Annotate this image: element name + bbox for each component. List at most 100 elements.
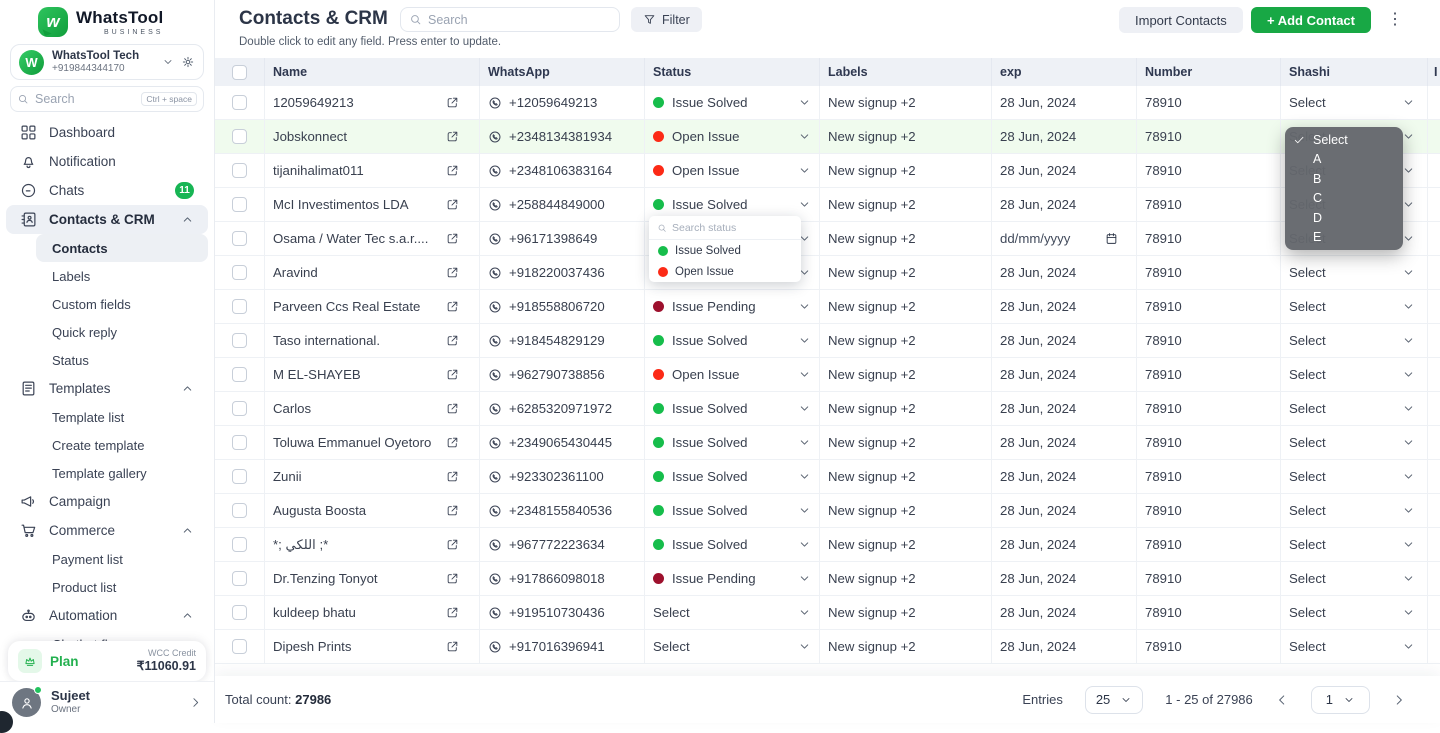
status-select[interactable]: Select [645, 596, 820, 629]
add-contact-button[interactable]: + Add Contact [1251, 7, 1371, 33]
table-row[interactable]: Toluwa Emmanuel Oyetoro +2349065430445 I… [215, 426, 1440, 460]
shashi-option-select[interactable]: Select [1285, 130, 1403, 150]
shashi-option-c[interactable]: C [1285, 189, 1403, 209]
exp-cell[interactable]: 28 Jun, 2024 [992, 256, 1137, 289]
contacts-search-input[interactable]: Search [400, 7, 620, 32]
column-header-status[interactable]: Status [645, 58, 820, 86]
status-select[interactable]: Issue Pending [645, 562, 820, 595]
table-row[interactable]: 12059649213 +12059649213 Issue Solved Ne… [215, 86, 1440, 120]
open-contact-icon[interactable] [446, 300, 459, 313]
status-select[interactable]: Open Issue [645, 154, 820, 187]
number-value[interactable]: 78910 [1145, 605, 1182, 620]
sidebar-item-automation[interactable]: Automation [6, 601, 208, 630]
exp-cell[interactable]: 28 Jun, 2024 [992, 494, 1137, 527]
sidebar-item-quick-reply[interactable]: Quick reply [36, 318, 208, 346]
chevron-right-icon[interactable] [189, 696, 202, 709]
row-checkbox[interactable] [232, 469, 247, 484]
number-value[interactable]: 78910 [1145, 95, 1182, 110]
exp-cell[interactable]: 28 Jun, 2024 [992, 324, 1137, 357]
sidebar-item-notification[interactable]: Notification [6, 147, 208, 176]
table-row[interactable]: Zunii +923302361100 Issue Solved New sig… [215, 460, 1440, 494]
next-page-button[interactable] [1392, 693, 1406, 707]
page-select[interactable]: 1 [1310, 685, 1370, 714]
sidebar-item-contacts-crm[interactable]: Contacts & CRM [6, 205, 208, 234]
open-contact-icon[interactable] [446, 96, 459, 109]
number-value[interactable]: 78910 [1145, 571, 1182, 586]
row-checkbox[interactable] [232, 129, 247, 144]
sidebar-item-chats[interactable]: Chats 11 [6, 176, 208, 205]
sidebar-item-dashboard[interactable]: Dashboard [6, 118, 208, 147]
status-select[interactable]: Issue Solved [645, 324, 820, 357]
open-contact-icon[interactable] [446, 572, 459, 585]
labels-value[interactable]: New signup +2 [828, 639, 916, 654]
number-value[interactable]: 78910 [1145, 401, 1182, 416]
status-select[interactable]: Select [645, 630, 820, 663]
table-row[interactable]: Aravind +918220037436 Issue Solved New s… [215, 256, 1440, 290]
sidebar-search-input[interactable]: Search Ctrl + space [10, 86, 204, 112]
sidebar-item-custom-fields[interactable]: Custom fields [36, 290, 208, 318]
sidebar-item-payment-list[interactable]: Payment list [36, 545, 208, 573]
shashi-select[interactable]: Select [1281, 596, 1428, 629]
shashi-select[interactable]: Select [1281, 460, 1428, 493]
open-contact-icon[interactable] [446, 436, 459, 449]
table-row[interactable]: McI Investimentos LDA +258844849000 Issu… [215, 188, 1440, 222]
status-select[interactable]: Issue Solved [645, 460, 820, 493]
table-row[interactable]: Carlos +6285320971972 Issue Solved New s… [215, 392, 1440, 426]
shashi-select[interactable]: Select [1281, 494, 1428, 527]
column-header-whatsapp[interactable]: WhatsApp [480, 58, 645, 86]
number-value[interactable]: 78910 [1145, 231, 1182, 246]
labels-value[interactable]: New signup +2 [828, 333, 916, 348]
row-checkbox[interactable] [232, 537, 247, 552]
filter-button[interactable]: Filter [631, 7, 702, 32]
labels-value[interactable]: New signup +2 [828, 537, 916, 552]
status-select[interactable]: Open Issue [645, 358, 820, 391]
shashi-select[interactable]: Select [1281, 358, 1428, 391]
status-option-issue-solved[interactable]: Issue Solved [649, 240, 801, 261]
labels-value[interactable]: New signup +2 [828, 231, 916, 246]
plan-card[interactable]: Plan WCC Credit ₹11060.91 [8, 641, 206, 681]
exp-cell[interactable]: 28 Jun, 2024 [992, 426, 1137, 459]
table-row[interactable]: Parveen Ccs Real Estate +918558806720 Is… [215, 290, 1440, 324]
column-header-exp[interactable]: exp [992, 58, 1137, 86]
row-checkbox[interactable] [232, 299, 247, 314]
number-value[interactable]: 78910 [1145, 435, 1182, 450]
labels-value[interactable]: New signup +2 [828, 571, 916, 586]
labels-value[interactable]: New signup +2 [828, 605, 916, 620]
exp-cell[interactable]: 28 Jun, 2024 [992, 154, 1137, 187]
row-checkbox[interactable] [232, 95, 247, 110]
labels-value[interactable]: New signup +2 [828, 401, 916, 416]
gear-icon[interactable] [181, 55, 195, 69]
sidebar-item-template-gallery[interactable]: Template gallery [36, 459, 208, 487]
status-select[interactable]: Issue Solved [645, 392, 820, 425]
row-checkbox[interactable] [232, 265, 247, 280]
sidebar-item-create-template[interactable]: Create template [36, 431, 208, 459]
shashi-select[interactable]: Select [1281, 528, 1428, 561]
row-checkbox[interactable] [232, 163, 247, 178]
prev-page-button[interactable] [1275, 693, 1289, 707]
row-checkbox[interactable] [232, 367, 247, 382]
status-select[interactable]: Issue Solved [645, 528, 820, 561]
row-checkbox[interactable] [232, 435, 247, 450]
table-row[interactable]: tijanihalimat011 +2348106383164 Open Iss… [215, 154, 1440, 188]
open-contact-icon[interactable] [446, 232, 459, 245]
status-select[interactable]: Issue Solved [645, 426, 820, 459]
number-value[interactable]: 78910 [1145, 163, 1182, 178]
exp-cell[interactable]: 28 Jun, 2024 [992, 86, 1137, 119]
table-row[interactable]: kuldeep bhatu +919510730436 Select New s… [215, 596, 1440, 630]
open-contact-icon[interactable] [446, 402, 459, 415]
open-contact-icon[interactable] [446, 164, 459, 177]
number-value[interactable]: 78910 [1145, 129, 1182, 144]
exp-cell[interactable]: 28 Jun, 2024 [992, 358, 1137, 391]
table-row[interactable]: Dr.Tenzing Tonyot +917866098018 Issue Pe… [215, 562, 1440, 596]
row-checkbox[interactable] [232, 401, 247, 416]
exp-cell[interactable]: 28 Jun, 2024 [992, 290, 1137, 323]
row-checkbox[interactable] [232, 503, 247, 518]
more-options-button[interactable]: ⋮ [1387, 9, 1403, 29]
import-contacts-button[interactable]: Import Contacts [1119, 7, 1243, 33]
open-contact-icon[interactable] [446, 504, 459, 517]
exp-cell[interactable]: 28 Jun, 2024 [992, 596, 1137, 629]
table-row[interactable]: Dipesh Prints +917016396941 Select New s… [215, 630, 1440, 664]
open-contact-icon[interactable] [446, 266, 459, 279]
status-option-open-issue[interactable]: Open Issue [649, 261, 801, 282]
open-contact-icon[interactable] [446, 640, 459, 653]
